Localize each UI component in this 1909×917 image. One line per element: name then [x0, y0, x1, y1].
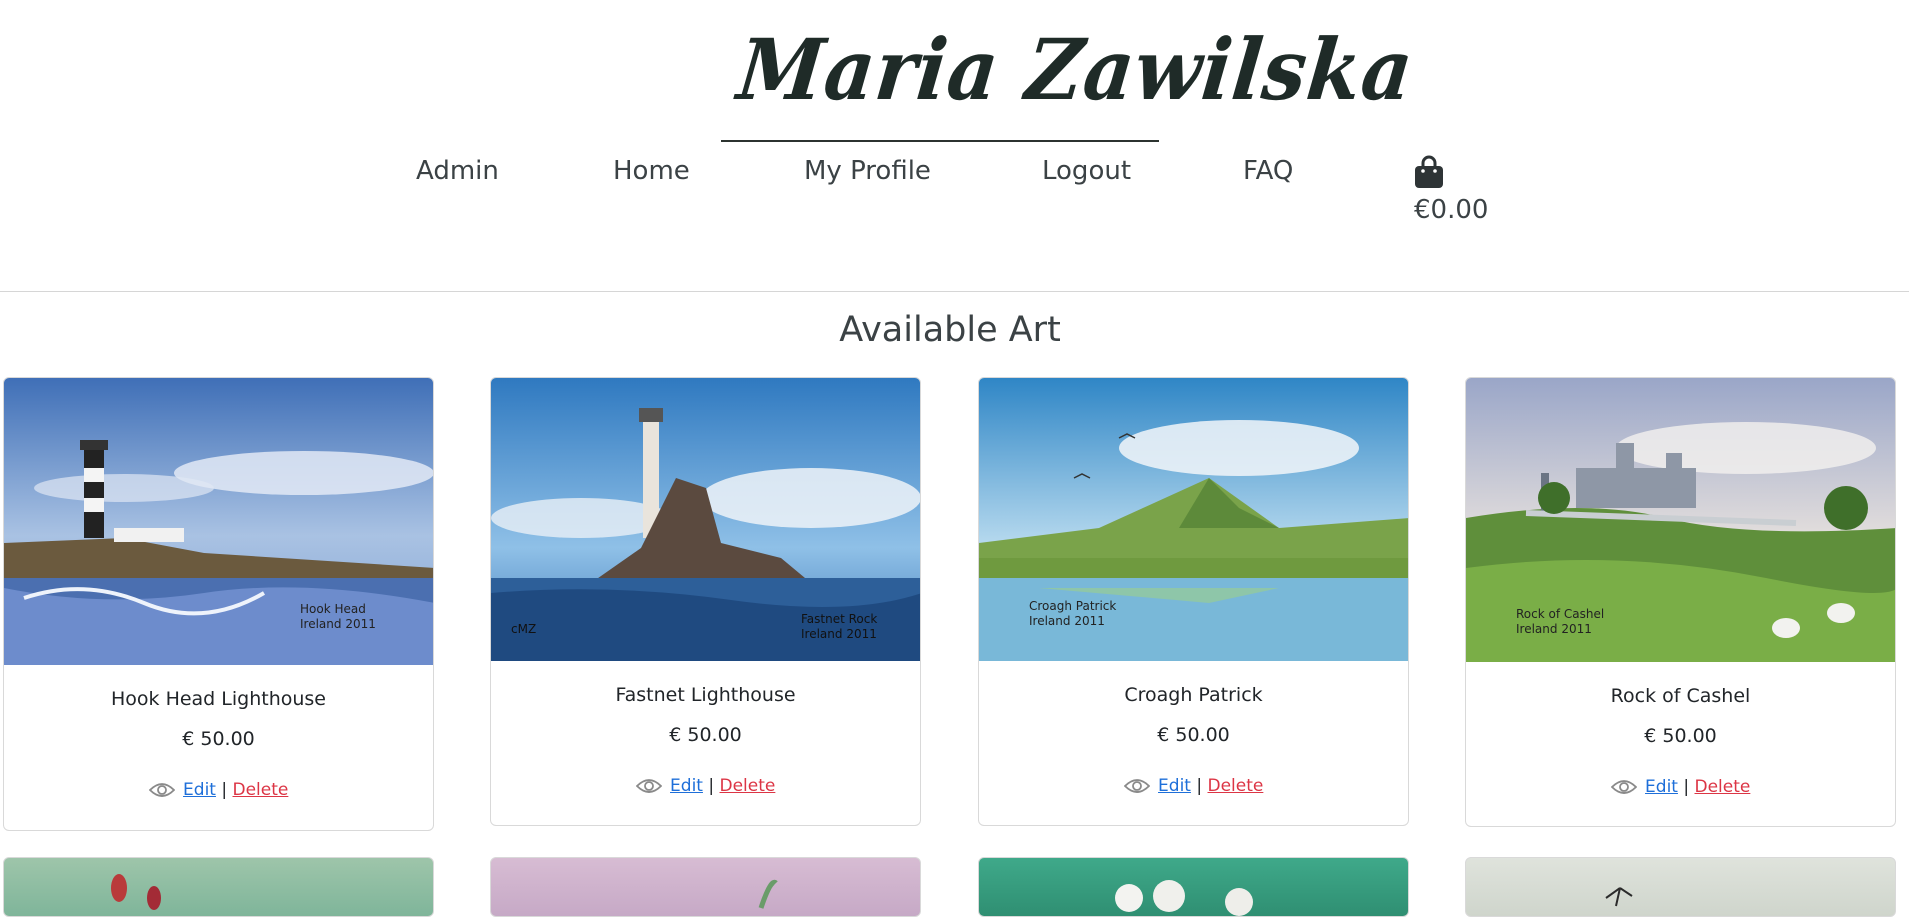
delete-link[interactable]: Delete [720, 776, 776, 796]
logo-text: Maria Zawilska [733, 20, 1419, 119]
svg-text:Rock of Cashel: Rock of Cashel [1516, 607, 1604, 621]
product-card-partial[interactable] [490, 857, 921, 917]
svg-text:Ireland 2011: Ireland 2011 [801, 627, 877, 641]
delete-link[interactable]: Delete [1208, 776, 1264, 796]
product-price: € 50.00 [669, 724, 742, 746]
product-card: Rock of Cashel Ireland 2011 Rock of Cash… [1465, 377, 1896, 827]
product-image-partial [758, 879, 778, 909]
product-image[interactable]: cMZ Fastnet Rock Ireland 2011 [491, 378, 920, 661]
separator: | [1196, 776, 1203, 796]
edit-link[interactable]: Edit [183, 780, 216, 800]
delete-link[interactable]: Delete [233, 780, 289, 800]
product-card: Hook Head Ireland 2011 Hook Head Lightho… [3, 377, 434, 831]
separator: | [708, 776, 715, 796]
product-title[interactable]: Fastnet Lighthouse [491, 684, 920, 706]
svg-text:Ireland 2011: Ireland 2011 [1516, 622, 1592, 636]
product-title[interactable]: Hook Head Lighthouse [4, 688, 433, 710]
svg-text:Ireland 2011: Ireland 2011 [1029, 614, 1105, 628]
logo-underline [721, 140, 1159, 142]
product-image-partial [1605, 887, 1633, 907]
eye-icon[interactable] [1610, 778, 1637, 796]
svg-text:Ireland 2011: Ireland 2011 [300, 617, 376, 631]
product-image[interactable]: Rock of Cashel Ireland 2011 [1466, 378, 1895, 662]
product-title[interactable]: Croagh Patrick [979, 684, 1408, 706]
site-logo[interactable]: Maria Zawilska [721, 12, 1419, 142]
cart-total[interactable]: €0.00 [1414, 195, 1488, 225]
svg-text:cMZ: cMZ [511, 622, 536, 636]
product-actions: Edit | Delete [491, 776, 920, 796]
eye-icon[interactable] [635, 777, 662, 795]
edit-link[interactable]: Edit [1158, 776, 1191, 796]
product-image-partial [111, 874, 161, 910]
product-title[interactable]: Rock of Cashel [1466, 685, 1895, 707]
product-card-partial[interactable] [3, 857, 434, 917]
nav-admin[interactable]: Admin [416, 156, 499, 186]
nav-home[interactable]: Home [613, 156, 690, 186]
eye-icon[interactable] [148, 781, 175, 799]
product-card: cMZ Fastnet Rock Ireland 2011 Fastnet Li… [490, 377, 921, 826]
edit-link[interactable]: Edit [670, 776, 703, 796]
nav-logout[interactable]: Logout [1042, 156, 1131, 186]
product-price: € 50.00 [1644, 725, 1717, 747]
svg-text:Hook Head: Hook Head [300, 602, 366, 616]
product-actions: Edit | Delete [1466, 777, 1895, 797]
product-actions: Edit | Delete [4, 780, 433, 800]
page-title: Available Art [839, 310, 1061, 350]
product-actions: Edit | Delete [979, 776, 1408, 796]
delete-link[interactable]: Delete [1695, 777, 1751, 797]
separator: | [221, 780, 228, 800]
nav-my-profile[interactable]: My Profile [804, 156, 931, 186]
product-image-partial [1115, 880, 1253, 916]
separator: | [1683, 777, 1690, 797]
edit-link[interactable]: Edit [1645, 777, 1678, 797]
nav-faq[interactable]: FAQ [1243, 156, 1293, 186]
product-price: € 50.00 [1157, 724, 1230, 746]
svg-text:Fastnet Rock: Fastnet Rock [801, 612, 877, 626]
header-divider [0, 291, 1909, 292]
eye-icon[interactable] [1123, 777, 1150, 795]
shopping-bag-icon[interactable] [1413, 155, 1445, 189]
product-image[interactable]: Hook Head Ireland 2011 [4, 378, 433, 665]
product-card-partial[interactable] [978, 857, 1409, 917]
product-card: Croagh Patrick Ireland 2011 Croagh Patri… [978, 377, 1409, 826]
product-image[interactable]: Croagh Patrick Ireland 2011 [979, 378, 1408, 661]
product-price: € 50.00 [182, 728, 255, 750]
product-card-partial[interactable] [1465, 857, 1896, 917]
svg-text:Croagh Patrick: Croagh Patrick [1029, 599, 1116, 613]
